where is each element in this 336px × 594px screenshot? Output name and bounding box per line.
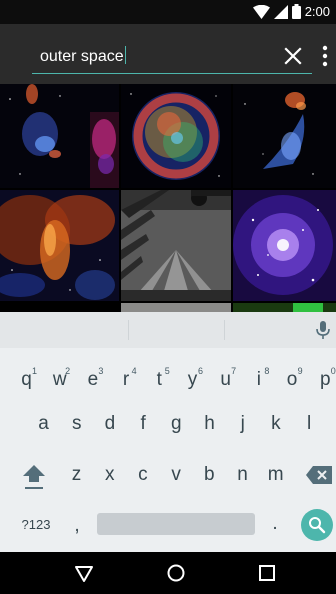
home-icon[interactable] [165,562,187,584]
text-caret [124,46,127,64]
blue-nebula-image[interactable] [0,84,119,188]
key-label: o [286,369,298,390]
status-bar: 2:00 [0,0,336,24]
key-v[interactable]: v [160,455,193,495]
key-number-hint: 7 [231,366,237,376]
soft-keyboard: q1w2e3r4t5y6u7i8o9p0 asdfghjkl zxcvbnm ?… [0,312,336,552]
close-icon[interactable] [282,45,304,67]
black-white-space-photo[interactable] [121,190,231,301]
search-toolbar: outer space [0,24,336,84]
suggestion-divider [128,320,129,340]
key-u[interactable]: u7 [209,360,242,400]
key-label: q [21,369,32,390]
shift-icon[interactable] [22,463,46,491]
key-number-hint: 1 [31,366,37,376]
key-number-hint: 3 [98,366,104,376]
key-m[interactable]: m [259,455,292,495]
key-n[interactable]: n [226,455,259,495]
supernova-remnant-image[interactable] [121,84,231,188]
key-i[interactable]: i8 [242,360,275,400]
key-label: r [122,369,130,390]
period-key[interactable]: . [260,504,290,544]
key-k[interactable]: k [259,404,292,444]
battery-icon [291,4,301,19]
key-a[interactable]: a [27,404,60,444]
symbols-key[interactable]: ?123 [10,504,62,544]
blue-jet-image[interactable] [233,84,336,188]
key-label: u [220,369,231,390]
suggestion-divider [224,320,225,340]
orange-nebula-image[interactable] [0,190,119,301]
key-number-hint: 4 [131,366,137,376]
key-q[interactable]: q1 [10,360,43,400]
comma-key[interactable]: , [62,506,92,546]
key-b[interactable]: b [193,455,226,495]
key-l[interactable]: l [293,404,326,444]
key-o[interactable]: o9 [276,360,309,400]
search-icon [309,517,326,534]
key-number-hint: 5 [164,366,170,376]
key-x[interactable]: x [93,455,126,495]
key-number-hint: 2 [65,366,71,376]
wifi-icon [252,4,270,19]
search-key[interactable] [301,509,333,541]
search-query-text: outer space [40,48,124,65]
image-results-grid [0,84,336,312]
key-label: y [187,369,198,390]
key-y[interactable]: y6 [176,360,209,400]
key-e[interactable]: e3 [76,360,109,400]
purple-galaxy-cluster-image[interactable] [233,190,336,301]
key-r[interactable]: r4 [110,360,143,400]
key-z[interactable]: z [60,455,93,495]
cell-signal-icon [273,4,288,19]
key-j[interactable]: j [226,404,259,444]
key-p[interactable]: p0 [309,360,336,400]
key-number-hint: 6 [197,366,203,376]
mic-icon[interactable] [312,319,334,341]
key-f[interactable]: f [127,404,160,444]
backspace-icon[interactable] [306,466,332,484]
key-number-hint: 0 [330,366,336,376]
key-label: t [156,369,162,390]
key-number-hint: 9 [297,366,303,376]
partial-result-image[interactable] [121,303,231,312]
key-number-hint: 8 [264,366,270,376]
status-time: 2:00 [304,4,330,19]
key-w[interactable]: w2 [43,360,76,400]
key-s[interactable]: s [60,404,93,444]
key-c[interactable]: c [126,455,159,495]
system-nav-bar [0,552,336,594]
key-d[interactable]: d [93,404,126,444]
key-label: e [87,369,99,390]
key-label: p [320,369,331,390]
more-vert-icon[interactable] [318,44,332,68]
suggestion-strip[interactable] [0,312,336,348]
spacebar[interactable] [97,513,255,535]
key-h[interactable]: h [193,404,226,444]
search-input[interactable]: outer space [32,34,312,74]
back-icon[interactable] [73,562,95,584]
key-g[interactable]: g [160,404,193,444]
recents-icon[interactable] [256,562,278,584]
key-label: i [256,369,261,390]
partial-result-image[interactable] [233,303,336,312]
key-t[interactable]: t5 [143,360,176,400]
